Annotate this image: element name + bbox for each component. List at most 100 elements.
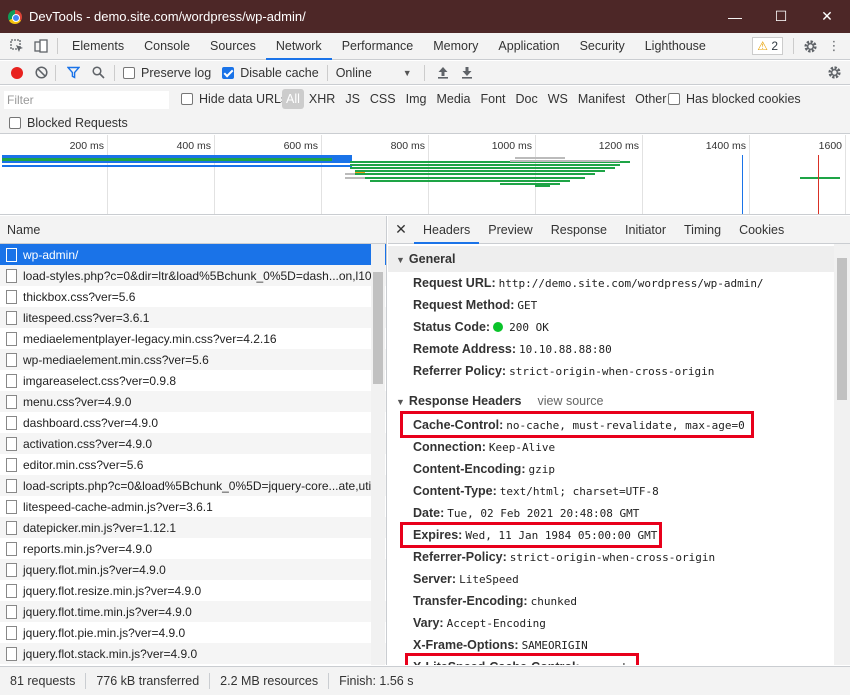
warnings-badge[interactable]: ⚠ 2 (752, 37, 783, 55)
type-filter-doc[interactable]: Doc (511, 89, 543, 109)
checkbox-box[interactable] (123, 66, 135, 79)
file-icon (6, 310, 17, 325)
blocked-requests-checkbox[interactable]: Blocked Requests (9, 116, 128, 130)
request-row[interactable]: litespeed-cache-admin.js?ver=3.6.1 (0, 496, 386, 517)
request-row[interactable]: thickbox.css?ver=5.6 (0, 286, 386, 307)
detail-tab-cookies[interactable]: Cookies (730, 216, 793, 244)
header-value: 10.10.88.88:80 (519, 343, 612, 356)
disable-cache-checkbox[interactable]: Disable cache (222, 66, 319, 80)
checkbox-box[interactable] (181, 93, 193, 105)
request-row[interactable]: jquery.flot.time.min.js?ver=4.9.0 (0, 601, 386, 622)
tab-performance[interactable]: Performance (332, 33, 424, 60)
type-filter-manifest[interactable]: Manifest (573, 89, 630, 109)
hide-data-urls-checkbox[interactable]: Hide data URLs (181, 92, 287, 106)
inspect-element-icon[interactable] (5, 33, 29, 60)
chrome-logo-icon (8, 9, 22, 24)
import-har-icon[interactable] (431, 59, 455, 86)
has-blocked-cookies-checkbox[interactable]: Has blocked cookies (668, 92, 801, 106)
details-scrollbar[interactable] (834, 244, 850, 665)
detail-tab-response[interactable]: Response (542, 216, 616, 244)
detail-tab-timing[interactable]: Timing (675, 216, 730, 244)
type-filter-ws[interactable]: WS (543, 89, 573, 109)
tab-application[interactable]: Application (488, 33, 569, 60)
type-filter-img[interactable]: Img (401, 89, 432, 109)
request-row[interactable]: activation.css?ver=4.9.0 (0, 433, 386, 454)
status-ok-dot-icon (493, 322, 504, 332)
request-row[interactable]: jquery.flot.min.js?ver=4.9.0 (0, 559, 386, 580)
load-marker (818, 155, 819, 214)
request-row[interactable]: menu.css?ver=4.9.0 (0, 391, 386, 412)
filter-icon[interactable] (60, 59, 86, 86)
type-filter-xhr[interactable]: XHR (304, 89, 340, 109)
view-source-link[interactable]: view source (537, 394, 603, 408)
file-icon (6, 646, 17, 661)
device-toolbar-icon[interactable] (29, 33, 53, 60)
request-row[interactable]: wp-admin/ (0, 244, 386, 265)
request-name: wp-admin/ (23, 247, 79, 262)
tab-elements[interactable]: Elements (62, 33, 134, 60)
type-filter-other[interactable]: Other (630, 89, 671, 109)
header-row: Vary: Accept-Encoding (413, 612, 546, 634)
request-row[interactable]: load-scripts.php?c=0&load%5Bchunk_0%5D=j… (0, 475, 386, 496)
checkbox-box[interactable] (222, 66, 235, 79)
tab-memory[interactable]: Memory (423, 33, 488, 60)
type-filter-js[interactable]: JS (340, 89, 365, 109)
network-overview[interactable]: 200 ms 400 ms 600 ms 800 ms 1000 ms 1200 ms 14… (0, 135, 850, 215)
request-row[interactable]: dashboard.css?ver=4.9.0 (0, 412, 386, 433)
file-icon (6, 394, 17, 409)
name-column-header[interactable]: Name (0, 216, 386, 244)
tab-network[interactable]: Network (265, 33, 332, 60)
type-filter-media[interactable]: Media (431, 89, 475, 109)
request-list: Name wp-admin/load-styles.php?c=0&dir=lt… (0, 216, 387, 665)
type-filter-css[interactable]: CSS (365, 89, 401, 109)
request-row[interactable]: mediaelementplayer-legacy.min.css?ver=4.… (0, 328, 386, 349)
record-icon[interactable] (11, 66, 23, 79)
scrollbar-thumb[interactable] (837, 258, 847, 400)
minimize-button[interactable]: — (712, 0, 758, 33)
scrollbar-thumb[interactable] (373, 272, 383, 384)
request-row[interactable]: jquery.flot.stack.min.js?ver=4.9.0 (0, 643, 386, 664)
general-section-header[interactable]: ▼ General (388, 246, 834, 272)
tab-security[interactable]: Security (570, 33, 635, 60)
request-row[interactable]: reports.min.js?ver=4.9.0 (0, 538, 386, 559)
preserve-log-checkbox[interactable]: Preserve log (123, 66, 211, 80)
header-name: Vary: (413, 616, 444, 630)
divider (57, 38, 58, 54)
header-name: Referrer-Policy: (413, 550, 507, 564)
maximize-button[interactable]: ☐ (758, 0, 804, 33)
checkbox-box[interactable] (668, 93, 680, 105)
close-details-icon[interactable]: ✕ (388, 221, 414, 238)
detail-tab-initiator[interactable]: Initiator (616, 216, 675, 244)
settings-gear-icon[interactable] (798, 33, 822, 60)
tab-sources[interactable]: Sources (200, 33, 266, 60)
request-list-scrollbar[interactable] (371, 244, 385, 665)
waterfall-bar (2, 158, 332, 161)
tab-lighthouse[interactable]: Lighthouse (635, 33, 716, 60)
type-filter-font[interactable]: Font (476, 89, 511, 109)
waterfall-bar (355, 170, 605, 172)
request-row[interactable]: load-styles.php?c=0&dir=ltr&load%5Bchunk… (0, 265, 386, 286)
search-icon[interactable] (86, 59, 110, 86)
checkbox-box[interactable] (9, 117, 21, 129)
request-row[interactable]: datepicker.min.js?ver=1.12.1 (0, 517, 386, 538)
detail-tab-preview[interactable]: Preview (479, 216, 541, 244)
request-row[interactable]: wp-mediaelement.min.css?ver=5.6 (0, 349, 386, 370)
tab-console[interactable]: Console (134, 33, 200, 60)
title-bar: DevTools - demo.site.com/wordpress/wp-ad… (0, 0, 850, 33)
request-row[interactable]: jquery.flot.pie.min.js?ver=4.9.0 (0, 622, 386, 643)
request-row[interactable]: imgareaselect.css?ver=0.9.8 (0, 370, 386, 391)
request-row[interactable]: jquery.flot.resize.min.js?ver=4.9.0 (0, 580, 386, 601)
filter-input[interactable]: Filter (4, 91, 169, 109)
network-settings-gear-icon[interactable] (822, 59, 846, 86)
detail-tab-bar: ✕ Headers Preview Response Initiator Timing C… (388, 216, 850, 244)
detail-tab-headers[interactable]: Headers (414, 216, 480, 244)
close-window-button[interactable]: ✕ (804, 0, 850, 33)
request-row[interactable]: editor.min.css?ver=5.6 (0, 454, 386, 475)
throttling-select[interactable]: Online ▼ (336, 66, 412, 80)
clear-icon[interactable] (31, 59, 51, 86)
request-row[interactable]: litespeed.css?ver=3.6.1 (0, 307, 386, 328)
export-har-icon[interactable] (455, 59, 479, 86)
type-filter-all[interactable]: All (282, 89, 304, 109)
divider (423, 64, 425, 81)
more-options-icon[interactable]: ⋮ (822, 33, 846, 60)
